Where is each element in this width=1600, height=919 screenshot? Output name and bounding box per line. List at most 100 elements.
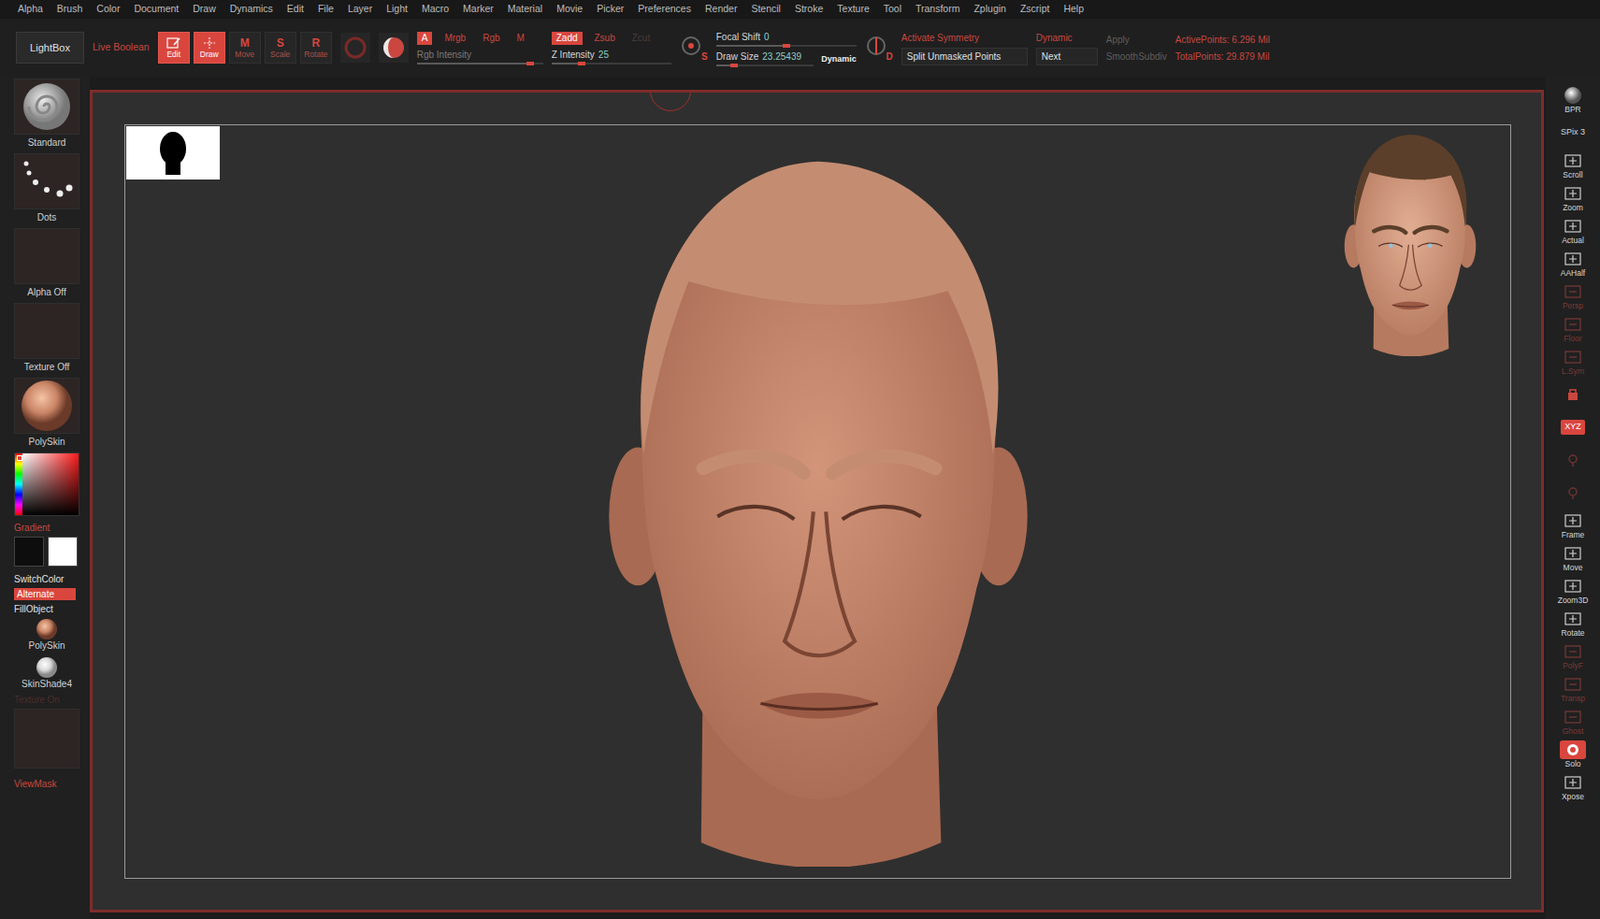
texture-thumb[interactable]	[14, 302, 80, 360]
shelf-button[interactable]: Persp	[1552, 280, 1594, 313]
channel-button[interactable]: Mrgb	[439, 31, 471, 45]
channel-button[interactable]: A	[417, 31, 433, 45]
channel-button[interactable]: M	[512, 31, 530, 45]
shelf-button[interactable]: SPix 3	[1552, 116, 1594, 149]
focal-shift-slider[interactable]: Focal Shift0	[716, 29, 857, 47]
menu-item[interactable]: Help	[1063, 1, 1084, 17]
menu-item[interactable]: Stencil	[750, 1, 781, 17]
shelf-button[interactable]: Floor	[1552, 313, 1594, 346]
draw-size-slider-track[interactable]	[716, 64, 814, 67]
rgb-intensity-slider-track[interactable]	[417, 62, 544, 65]
shelf-button[interactable]: Transp	[1552, 673, 1594, 706]
shelf-button[interactable]: Scroll	[1552, 149, 1594, 182]
menu-item[interactable]: Draw	[192, 1, 217, 17]
depth-button[interactable]: Zcut	[627, 31, 655, 45]
view-mask-toggle[interactable]: ViewMask	[14, 778, 90, 791]
shelf-button[interactable]: Ghost	[1552, 706, 1594, 738]
alternate-toggle[interactable]: Alternate	[14, 588, 76, 601]
shelf-button[interactable]	[1552, 444, 1594, 476]
material-slot[interactable]: SkinShade4	[14, 656, 80, 692]
depth-button[interactable]: Zadd	[551, 31, 583, 45]
menu-item[interactable]: Document	[133, 1, 179, 17]
brush-thumb[interactable]	[14, 78, 80, 135]
mode-button[interactable]: RRotate	[300, 31, 332, 64]
menu-item[interactable]: Alpha	[17, 1, 44, 17]
dynamic-button[interactable]: Dynamic	[1036, 30, 1098, 45]
shelf-button[interactable]: Frame	[1552, 509, 1594, 542]
hue-strip[interactable]	[14, 453, 23, 516]
menu-item[interactable]: Light	[386, 1, 408, 17]
canvas[interactable]	[89, 89, 1544, 913]
color-picker[interactable]	[14, 452, 80, 517]
shelf-button[interactable]: XYZ	[1552, 411, 1594, 444]
z-intensity-slider-track[interactable]	[551, 62, 672, 65]
material-thumb[interactable]	[14, 377, 80, 434]
view-mask-thumb[interactable]	[14, 708, 80, 769]
menu-item[interactable]: Macro	[421, 1, 449, 17]
navigator[interactable]	[126, 126, 220, 180]
material-sphere-button[interactable]	[378, 32, 409, 63]
menu-item[interactable]: Movie	[556, 1, 583, 17]
menu-item[interactable]: Preferences	[637, 1, 692, 17]
shelf-button[interactable]: AAHalf	[1552, 247, 1594, 280]
color-swatch[interactable]	[14, 536, 44, 567]
fill-object-button[interactable]: FillObject	[14, 603, 90, 616]
mode-button[interactable]: SScale	[264, 31, 297, 64]
channel-button[interactable]: Rgb	[477, 31, 505, 45]
depth-button[interactable]: Zsub	[590, 31, 620, 45]
menu-item[interactable]: Layer	[347, 1, 373, 17]
shelf-button[interactable]	[1552, 476, 1594, 509]
alpha-thumb[interactable]	[14, 228, 80, 285]
switch-color-button[interactable]: SwitchColor	[14, 573, 90, 586]
menu-item[interactable]: Tool	[883, 1, 902, 17]
apply-button[interactable]: Apply	[1106, 32, 1168, 47]
draw-size-slider[interactable]: Draw Size23.25439	[716, 49, 814, 67]
next-button[interactable]: Next	[1036, 47, 1098, 66]
menu-item[interactable]: Edit	[287, 1, 304, 17]
rgb-intensity-slider-knob[interactable]	[526, 61, 534, 66]
mode-button[interactable]: Draw	[193, 31, 226, 64]
shelf-button[interactable]: Zoom	[1552, 182, 1594, 215]
focal-shift-slider-knob[interactable]	[782, 43, 791, 48]
texture-on-toggle[interactable]: Texture On	[14, 694, 90, 707]
shelf-button[interactable]: Move	[1552, 542, 1594, 575]
menu-item[interactable]: Dynamics	[230, 1, 274, 17]
menu-item[interactable]: Color	[96, 1, 120, 17]
dynamic-size-toggle[interactable]: Dynamic	[821, 53, 857, 67]
menu-item[interactable]: Zplugin	[973, 1, 1006, 17]
menu-item[interactable]: Render	[705, 1, 737, 17]
menu-item[interactable]: Marker	[462, 1, 494, 17]
picker-marker[interactable]	[16, 455, 23, 462]
z-intensity-slider-knob[interactable]	[577, 61, 586, 66]
shelf-button[interactable]	[1552, 378, 1594, 411]
shelf-button[interactable]: Actual	[1552, 215, 1594, 247]
model-thumbnail[interactable]	[1326, 127, 1495, 357]
lightbox-button[interactable]: LightBox	[15, 31, 85, 64]
focal-shift-slider-track[interactable]	[716, 44, 857, 47]
menu-item[interactable]: Texture	[836, 1, 869, 17]
rgb-intensity-slider[interactable]: Rgb Intensity	[417, 47, 544, 65]
live-boolean-button[interactable]: Live Boolean	[92, 40, 150, 56]
shelf-button[interactable]: Rotate	[1552, 607, 1594, 640]
stroke-thumb[interactable]	[14, 153, 80, 210]
menu-item[interactable]: Stroke	[794, 1, 823, 17]
shelf-button[interactable]: L.Sym	[1552, 345, 1594, 378]
activate-symmetry-button[interactable]: Activate Symmetry	[901, 30, 1028, 45]
menu-item[interactable]: Zscript	[1020, 1, 1051, 17]
split-unmasked-button[interactable]: Split Unmasked Points	[901, 47, 1028, 66]
menu-item[interactable]: Material	[507, 1, 543, 17]
z-intensity-slider[interactable]: Z Intensity25	[551, 47, 672, 65]
mode-button[interactable]: MMove	[229, 31, 261, 64]
stroke-toggle[interactable]: S	[679, 33, 708, 62]
menu-item[interactable]: Transform	[915, 1, 960, 17]
shelf-button[interactable]: Xpose	[1552, 771, 1594, 804]
menu-item[interactable]: Brush	[57, 1, 83, 17]
shelf-button[interactable]: Solo	[1552, 738, 1594, 771]
gradient-toggle[interactable]: Gradient	[14, 522, 90, 534]
mode-button[interactable]: Edit	[158, 31, 190, 64]
shelf-button[interactable]: Zoom3D	[1552, 575, 1594, 607]
menu-item[interactable]: File	[317, 1, 334, 17]
symmetry-toggle[interactable]: D	[864, 33, 894, 62]
shelf-button[interactable]: BPR	[1552, 84, 1594, 116]
draw-size-slider-knob[interactable]	[730, 63, 738, 68]
